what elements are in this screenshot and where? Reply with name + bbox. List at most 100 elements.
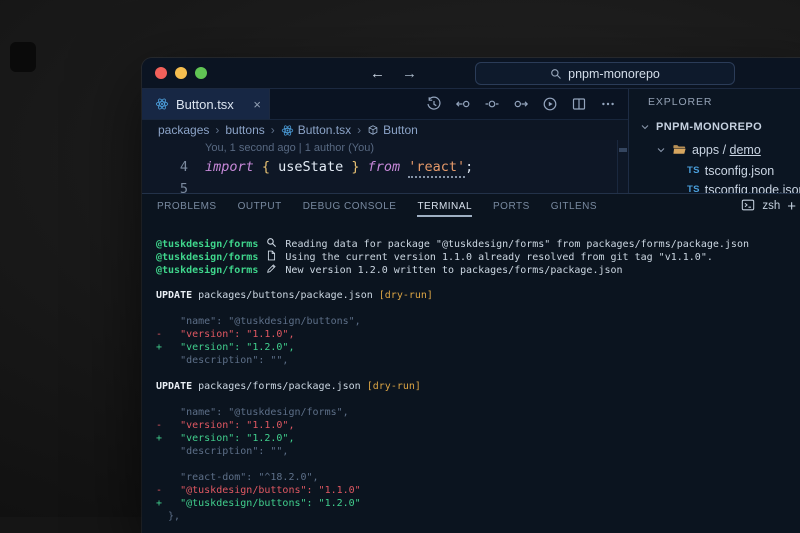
terminal-line: @tuskdesign/forms New version 1.2.0 writ… [156,263,800,276]
minimize-window-button[interactable] [175,67,187,79]
explorer-item-tsconfig-node-json[interactable]: TS tsconfig.node.json [629,180,800,193]
panel-tab-gitlens[interactable]: GITLENS [551,201,597,212]
text-segment: @tuskdesign/forms [156,252,258,263]
ts-icon: TS [687,165,700,176]
run-button[interactable] [542,96,558,112]
terminal-line [156,302,800,315]
search-value: pnpm-monorepo [568,67,660,81]
bottom-panel: PROBLEMS OUTPUT DEBUG CONSOLE TERMINAL PORTS… [142,193,800,533]
breadcrumb-item-button-tsx[interactable]: Button.tsx [281,123,351,137]
explorer-items: apps / demoTStsconfig.jsonTStsconfig.nod… [629,138,800,193]
explorer-item-tsconfig-json[interactable]: TStsconfig.json [629,161,800,180]
split-editor-button[interactable] [571,96,587,112]
text-segment: "react-dom": "^18.2.0", [156,472,319,483]
forward-button[interactable]: → [402,65,417,82]
terminal-line: + "@tuskdesign/buttons": "1.2.0" [156,497,800,510]
editor-scrollbar[interactable] [617,140,628,193]
terminal-output[interactable]: @tuskdesign/forms Reading data for packa… [142,218,800,533]
text-segment: - "version": "1.1.0", [156,420,294,431]
panel-tab-problems[interactable]: PROBLEMS [157,201,217,212]
desktop-artifact [10,42,36,72]
ts-icon: TS [687,184,700,193]
terminal-controls: zsh + [741,194,796,218]
history-navigation: ← → [370,58,417,88]
main-row: Button.tsx × packages›buttons›Button.tsx… [142,89,800,193]
search-icon [550,68,562,80]
terminal-line [156,393,800,406]
panel-tab-ports[interactable]: PORTS [493,201,530,212]
text-segment: + "@tuskdesign/buttons": "1.2.0" [156,498,361,509]
text-segment: "name": "@tuskdesign/forms", [156,407,349,418]
terminal-line: UPDATE packages/forms/package.json [dry-… [156,380,800,393]
terminal-line: - "@tuskdesign/buttons": "1.1.0" [156,484,800,497]
text-segment: @tuskdesign/forms [156,265,258,276]
vscode-window: ← → pnpm-monorepo [142,58,800,533]
text-segment: - "version": "1.1.0", [156,329,294,340]
line-number: 4 [142,157,205,177]
panel-tab-terminal[interactable]: TERMINAL [417,201,472,212]
text-segment: - "@tuskdesign/buttons": "1.1.0" [156,485,361,496]
scrollbar-thumb[interactable] [619,148,627,152]
terminal-line [156,276,800,289]
text-segment: Reading data for package "@tuskdesign/fo… [279,239,749,250]
folder-open-icon [672,142,687,157]
magnifier-icon [266,237,277,248]
zoom-window-button[interactable] [195,67,207,79]
explorer-sidebar: EXPLORER PNPM-MONOREPO apps / demoTStsco… [628,89,800,193]
react-icon [281,124,294,137]
explorer-item-label: apps / demo [692,143,761,157]
terminal-line: - "version": "1.1.0", [156,419,800,432]
terminal-line: "description": "", [156,354,800,367]
text-segment: @tuskdesign/forms [156,239,258,250]
code-editor[interactable]: You, 1 second ago | 1 author (You) 4 imp… [142,140,628,193]
text-segment: "description": "", [156,446,288,457]
terminal-line: + "version": "1.2.0", [156,432,800,445]
symbol-icon [367,124,379,136]
tab-label: Button.tsx [176,97,234,112]
text-segment: [dry-run] [379,290,433,301]
prev-change-button[interactable] [455,96,471,112]
text-segment [258,265,264,276]
code-token: ; [465,159,473,175]
panel-tab-output[interactable]: OUTPUT [238,201,282,212]
next-change-button[interactable] [513,96,529,112]
more-actions-button[interactable] [600,96,616,112]
terminal-line: "react-dom": "^18.2.0", [156,471,800,484]
history-button[interactable] [426,96,442,112]
explorer-item-label: tsconfig.node.json [705,183,800,194]
editor-actions [426,89,628,119]
breadcrumb-label: Button [383,123,418,137]
breadcrumb-item-packages[interactable]: packages [158,123,209,137]
text-segment: packages/forms/package.json [192,381,367,392]
breadcrumb-item-buttons[interactable]: buttons [225,123,264,137]
text-segment: + "version": "1.2.0", [156,342,294,353]
breadcrumb-label: Button.tsx [298,123,351,137]
terminal-line [156,367,800,380]
terminal-shell-icon [741,198,755,215]
explorer-root-pnpm-monorepo[interactable]: PNPM-MONOREPO [629,115,800,138]
panel-tab-debug-console[interactable]: DEBUG CONSOLE [303,201,397,212]
git-blame-annotation: You, 1 second ago | 1 author (You) [205,142,374,154]
chevron-down-icon [655,144,667,156]
react-icon [155,97,169,111]
panel-tabs: PROBLEMS OUTPUT DEBUG CONSOLE TERMINAL PORTS… [142,194,800,218]
close-tab-icon[interactable]: × [253,98,261,111]
text-segment [258,252,264,263]
text-segment: [dry-run] [367,381,421,392]
text-segment: UPDATE [156,381,192,392]
shell-label[interactable]: zsh [762,200,780,212]
tab-button-tsx[interactable]: Button.tsx × [142,89,270,119]
code-token: 'react' [408,159,465,178]
terminal-line: @tuskdesign/forms Reading data for packa… [156,237,800,250]
new-terminal-button[interactable]: + [787,199,796,214]
tab-strip: Button.tsx × [142,89,628,120]
terminal-line: + "version": "1.2.0", [156,341,800,354]
command-center-search[interactable]: pnpm-monorepo [475,62,735,85]
explorer-item-apps-demo[interactable]: apps / demo [629,138,800,161]
back-button[interactable]: ← [370,65,385,82]
explorer-title: EXPLORER [629,89,800,115]
breadcrumb-item-button[interactable]: Button [367,123,418,137]
close-window-button[interactable] [155,67,167,79]
open-change-button[interactable] [484,96,500,112]
chevron-down-icon [639,121,651,133]
